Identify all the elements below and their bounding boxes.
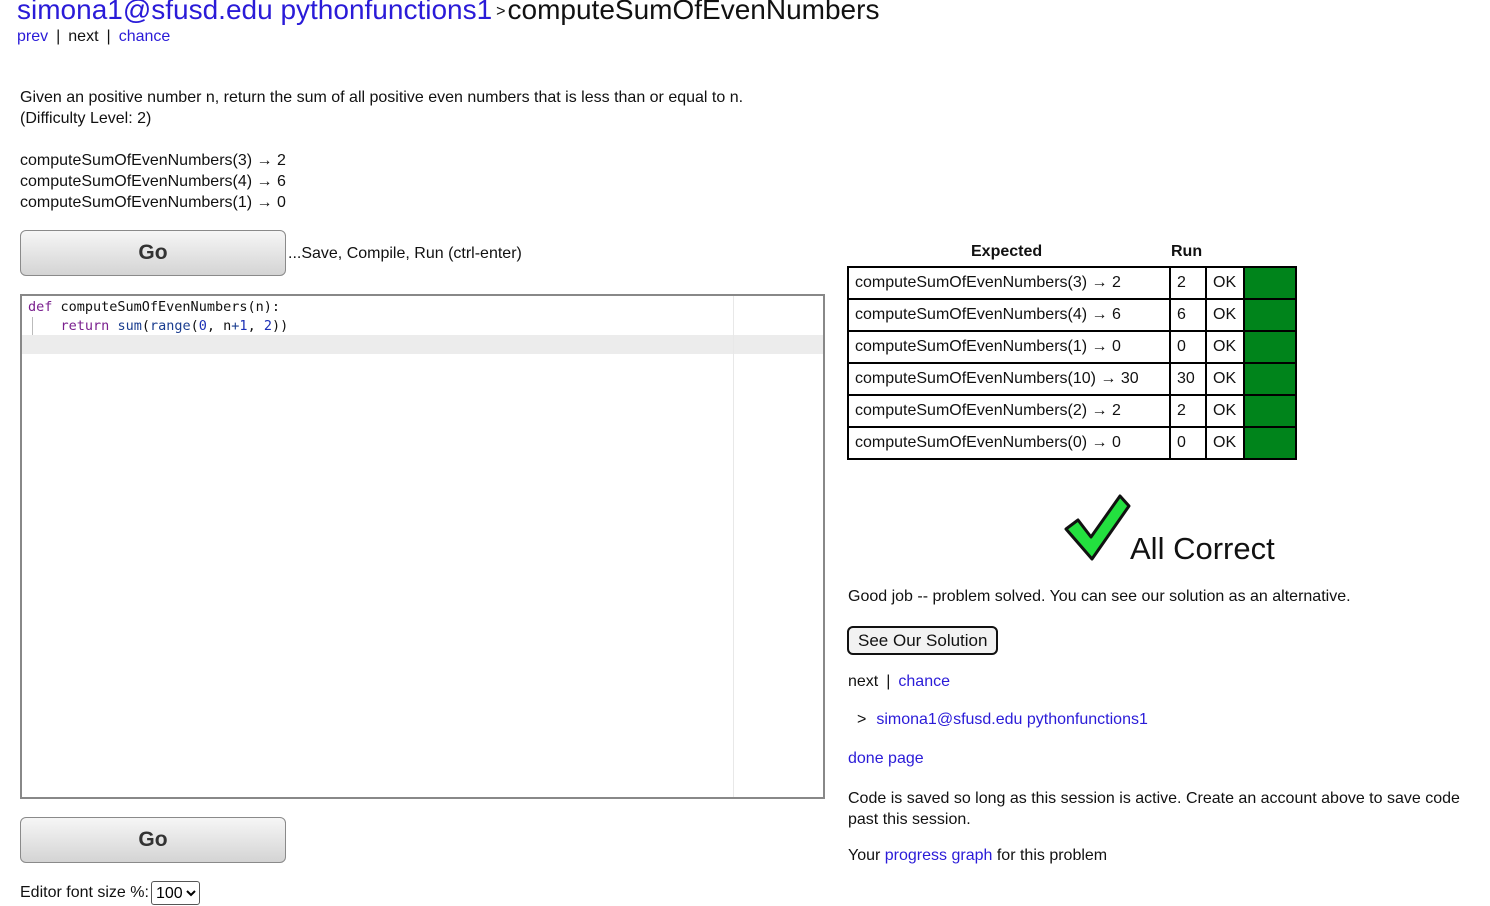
go-button-bottom[interactable]: Go [20,817,286,863]
checkmark-icon [1064,494,1131,561]
run-cell: 2 [1169,394,1207,428]
nav-divider: | [56,28,61,45]
table-row: computeSumOfEvenNumbers(4) → 6 6 OK [847,298,1297,332]
status-cell: OK [1205,330,1245,364]
status-cell: OK [1205,298,1245,332]
example-3: computeSumOfEvenNumbers(1) → 0 [20,194,286,211]
active-line-highlight [22,335,823,354]
chance-link[interactable]: chance [119,28,171,45]
pass-indicator [1243,426,1297,460]
run-cell: 0 [1169,330,1207,364]
run-cell: 0 [1169,426,1207,460]
page-header: simona1@sfusd.edu pythonfunctions1 >compu… [17,0,879,26]
expected-cell: computeSumOfEvenNumbers(3) → 2 [847,266,1171,300]
bottom-nav: next | chance [848,673,950,691]
header-run: Run [1171,243,1203,260]
example-2: computeSumOfEvenNumbers(4) → 6 [20,173,286,190]
breadcrumb-separator: > [496,3,506,20]
progress-line: Your progress graph for this problem [848,847,1108,864]
status-cell: OK [1205,266,1245,300]
pass-indicator [1243,362,1297,396]
problem-statement: Given an positive number n, return the s… [20,87,743,213]
done-page-link[interactable]: done page [848,750,924,768]
editor-font-size: Editor font size %: 100 [20,881,200,905]
table-row: computeSumOfEvenNumbers(2) → 2 2 OK [847,394,1297,428]
expected-cell: computeSumOfEvenNumbers(2) → 2 [847,394,1171,428]
pass-indicator [1243,394,1297,428]
run-cell: 30 [1169,362,1207,396]
all-correct-text: All Correct [1130,531,1275,566]
go-button-top[interactable]: Go [20,230,286,276]
section-link[interactable]: simona1@sfusd.edu pythonfunctions1 [876,711,1148,728]
next-text: next [68,28,99,45]
prev-link[interactable]: prev [17,28,48,45]
table-row: computeSumOfEvenNumbers(0) → 0 0 OK [847,426,1297,460]
print-margin [733,296,734,797]
save-note: Code is saved so long as this session is… [848,790,1460,828]
expected-cell: computeSumOfEvenNumbers(4) → 6 [847,298,1171,332]
code-line-2: return sum(range(0, n+1, 2)) [60,318,289,334]
problem-description: Given an positive number n, return the s… [20,89,744,106]
breadcrumb-arrow: > [857,711,867,728]
font-size-label: Editor font size %: [20,884,149,901]
status-cell: OK [1205,426,1245,460]
next-text: next [848,673,879,690]
status-cell: OK [1205,394,1245,428]
expected-cell: computeSumOfEvenNumbers(1) → 0 [847,330,1171,364]
pass-indicator [1243,266,1297,300]
code-editor[interactable]: def computeSumOfEvenNumbers(n): return s… [20,294,825,799]
status-cell: OK [1205,362,1245,396]
nav-divider: | [886,673,891,690]
difficulty-level: (Difficulty Level: 2) [20,110,152,127]
problem-title: computeSumOfEvenNumbers [507,0,880,25]
expected-cell: computeSumOfEvenNumbers(0) → 0 [847,426,1171,460]
success-message: Good job -- problem solved. You can see … [848,588,1351,605]
nav-divider: | [106,28,111,45]
run-cell: 2 [1169,266,1207,300]
table-row: computeSumOfEvenNumbers(3) → 2 2 OK [847,266,1297,300]
expected-cell: computeSumOfEvenNumbers(10) → 30 [847,362,1171,396]
run-cell: 6 [1169,298,1207,332]
code-line-1: def computeSumOfEvenNumbers(n): [28,299,280,315]
go-hint: ...Save, Compile, Run (ctrl-enter) [288,245,522,262]
table-row: computeSumOfEvenNumbers(1) → 0 0 OK [847,330,1297,364]
pass-indicator [1243,298,1297,332]
breadcrumb: > simona1@sfusd.edu pythonfunctions1 [857,711,1148,729]
progress-graph-link[interactable]: progress graph [885,847,993,864]
pass-indicator [1243,330,1297,364]
header-expected: Expected [971,243,1043,260]
user-section-link[interactable]: simona1@sfusd.edu pythonfunctions1 [17,0,492,25]
example-1: computeSumOfEvenNumbers(3) → 2 [20,152,286,169]
see-solution-button[interactable]: See Our Solution [847,626,999,655]
font-size-select[interactable]: 100 [150,881,200,905]
top-nav: prev | next | chance [17,28,170,46]
chance-link[interactable]: chance [898,673,950,690]
table-row: computeSumOfEvenNumbers(10) → 30 30 OK [847,362,1297,396]
results-table: computeSumOfEvenNumbers(3) → 2 2 OK comp… [847,266,1297,460]
